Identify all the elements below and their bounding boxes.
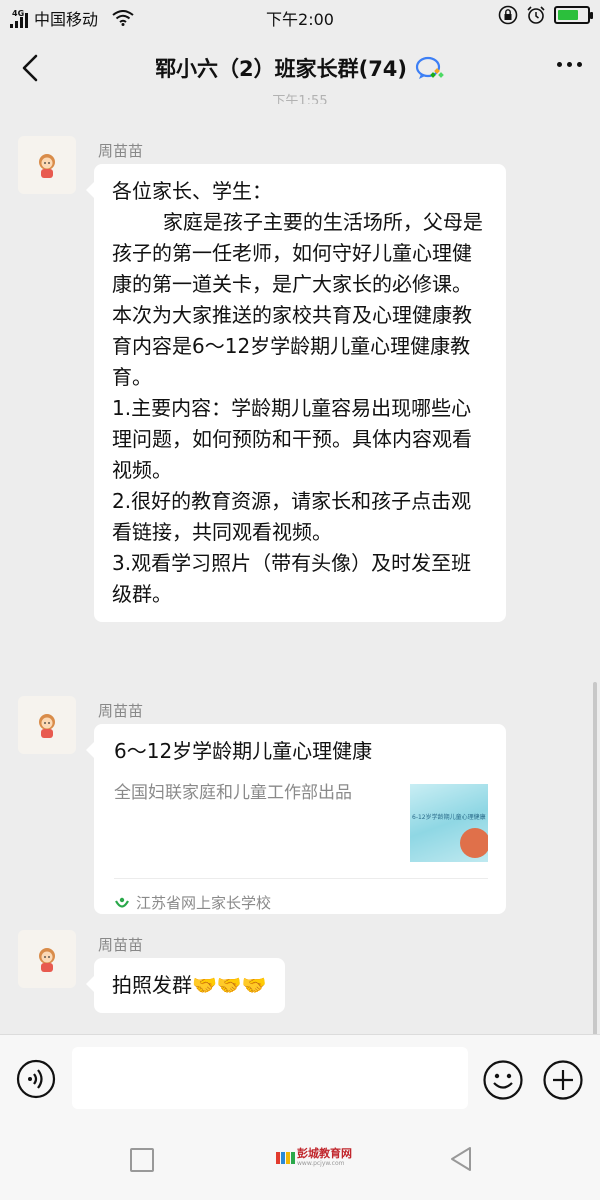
message-bubble[interactable]: 各位家长、学生： 家庭是孩子主要的生活场所，父母是孩子的第一任老师，如何守好儿童… bbox=[86, 164, 506, 622]
watermark-logo: 彭城教育网 www.pcjyw.com bbox=[276, 1148, 352, 1167]
avatar[interactable] bbox=[18, 136, 76, 194]
books-icon bbox=[276, 1151, 295, 1164]
plus-button[interactable] bbox=[542, 1059, 584, 1101]
watermark-url: www.pcjyw.com bbox=[297, 1160, 345, 1167]
system-nav-bar: 彭城教育网 www.pcjyw.com bbox=[0, 1134, 600, 1200]
voice-input-button[interactable] bbox=[16, 1059, 56, 1099]
message-text: 各位家长、学生： 家庭是孩子主要的生活场所，父母是孩子的第一任老师，如何守好儿童… bbox=[112, 179, 483, 606]
battery-icon bbox=[554, 6, 593, 24]
source-name: 江苏省网上家长学校 bbox=[136, 894, 272, 912]
recent-apps-button[interactable] bbox=[130, 1148, 154, 1172]
link-card-title: 6～12岁学龄期儿童心理健康 bbox=[114, 739, 373, 763]
link-card-thumbnail: 6-12岁学龄期儿童心理健康 bbox=[410, 784, 488, 862]
message-input[interactable] bbox=[72, 1047, 468, 1109]
avatar[interactable] bbox=[18, 930, 76, 988]
chat-area[interactable]: 周苗苗 各位家长、学生： 家庭是孩子主要的生活场所，父母是孩子的第一任老师，如何… bbox=[0, 102, 600, 1122]
link-card-description: 全国妇联家庭和儿童工作部出品 bbox=[114, 783, 352, 803]
nav-back-button[interactable] bbox=[446, 1144, 476, 1174]
alarm-icon bbox=[527, 6, 545, 24]
link-card-source: 江苏省网上家长学校 bbox=[114, 888, 271, 919]
girl-avatar-icon bbox=[39, 714, 55, 738]
girl-avatar-icon bbox=[39, 154, 55, 178]
message-bubble[interactable]: 拍照发群🤝🤝🤝 bbox=[86, 958, 285, 1013]
chat-title: 郓小六（2）班家长群(74) bbox=[154, 57, 408, 81]
enterprise-chat-icon bbox=[415, 56, 444, 79]
girl-avatar-icon bbox=[39, 948, 55, 972]
card-divider bbox=[114, 878, 488, 879]
lock-icon bbox=[498, 5, 518, 25]
link-card[interactable]: 6～12岁学龄期儿童心理健康 全国妇联家庭和儿童工作部出品 6-12岁学龄期儿童… bbox=[86, 724, 506, 914]
sender-name: 周苗苗 bbox=[98, 142, 144, 160]
status-bar: 4G 中国移动 下午2:00 bbox=[0, 0, 600, 34]
miniprogram-logo-icon bbox=[115, 897, 129, 908]
message-text: 拍照发群🤝🤝🤝 bbox=[112, 973, 267, 997]
watermark-text: 彭城教育网 bbox=[297, 1147, 352, 1160]
avatar[interactable] bbox=[18, 696, 76, 754]
sender-name: 周苗苗 bbox=[98, 702, 144, 720]
input-bar bbox=[0, 1034, 600, 1134]
chat-title-wrap: 郓小六（2）班家长群(74) bbox=[155, 53, 445, 83]
emoji-button[interactable] bbox=[482, 1059, 524, 1101]
sender-name: 周苗苗 bbox=[98, 936, 144, 954]
more-menu-button[interactable] bbox=[557, 62, 582, 67]
back-button[interactable] bbox=[14, 50, 50, 86]
status-right bbox=[498, 5, 593, 25]
